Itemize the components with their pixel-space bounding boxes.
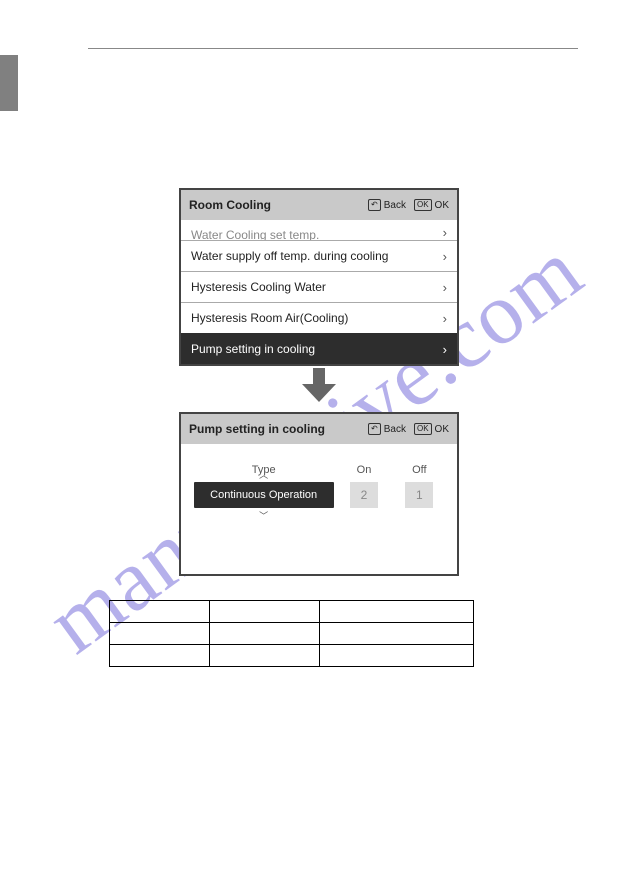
side-tab [0,55,18,111]
table-cell [110,623,210,645]
titlebar: Room Cooling ↶ Back OK OK [181,190,457,220]
on-value: 2 [350,482,378,508]
ok-icon: OK [414,423,432,435]
chevron-right-icon: › [443,225,447,240]
down-arrow-icon [300,368,338,404]
item-label: Pump setting in cooling [191,342,443,356]
param-values: ︿ Continuous Operation ﹀ 2 1 [181,482,457,508]
ok-button[interactable]: OK OK [414,423,449,435]
back-label: Back [384,200,406,211]
table-row [110,623,474,645]
back-icon: ↶ [368,423,381,435]
header-on: On [339,464,389,476]
off-value: 1 [405,482,433,508]
header-off: Off [394,464,444,476]
type-value: Continuous Operation [194,482,334,508]
table-cell [110,601,210,623]
table-cell [210,645,320,667]
table-cell [320,623,474,645]
chevron-down-icon[interactable]: ﹀ [259,509,268,522]
list-item-selected[interactable]: Pump setting in cooling › [181,333,457,364]
chevron-right-icon: › [443,342,447,357]
item-label: Hysteresis Room Air(Cooling) [191,311,443,325]
on-value-cell[interactable]: 2 [339,482,389,508]
back-label: Back [384,424,406,435]
table-cell [210,623,320,645]
off-value-cell[interactable]: 1 [394,482,444,508]
table-cell [110,645,210,667]
ok-label: OK [435,200,449,211]
item-label: Hysteresis Cooling Water [191,280,443,294]
screen-title: Room Cooling [189,198,360,212]
table-cell [320,601,474,623]
item-label: Water Cooling set temp. [191,228,443,240]
chevron-right-icon: › [443,311,447,326]
list-item[interactable]: Water Cooling set temp. › [181,220,457,240]
table-row [110,601,474,623]
param-headers: Type On Off [181,444,457,482]
screen-pump-setting: Pump setting in cooling ↶ Back OK OK Typ… [179,412,459,576]
screen-room-cooling: Room Cooling ↶ Back OK OK Water Cooling … [179,188,459,366]
ok-label: OK [435,424,449,435]
item-label: Water supply off temp. during cooling [191,249,443,263]
table-row [110,645,474,667]
table-cell [320,645,474,667]
chevron-right-icon: › [443,280,447,295]
list-item[interactable]: Hysteresis Cooling Water › [181,271,457,302]
data-table [109,600,474,667]
titlebar: Pump setting in cooling ↶ Back OK OK [181,414,457,444]
list-item[interactable]: Water supply off temp. during cooling › [181,240,457,271]
top-rule [88,48,578,49]
back-button[interactable]: ↶ Back [368,423,406,435]
back-button[interactable]: ↶ Back [368,199,406,211]
ok-button[interactable]: OK OK [414,199,449,211]
chevron-up-icon[interactable]: ︿ [259,468,268,481]
table-cell [210,601,320,623]
list-item[interactable]: Hysteresis Room Air(Cooling) › [181,302,457,333]
back-icon: ↶ [368,199,381,211]
screen-title: Pump setting in cooling [189,422,360,436]
chevron-right-icon: › [443,249,447,264]
type-stepper[interactable]: ︿ Continuous Operation ﹀ [194,482,334,508]
ok-icon: OK [414,199,432,211]
